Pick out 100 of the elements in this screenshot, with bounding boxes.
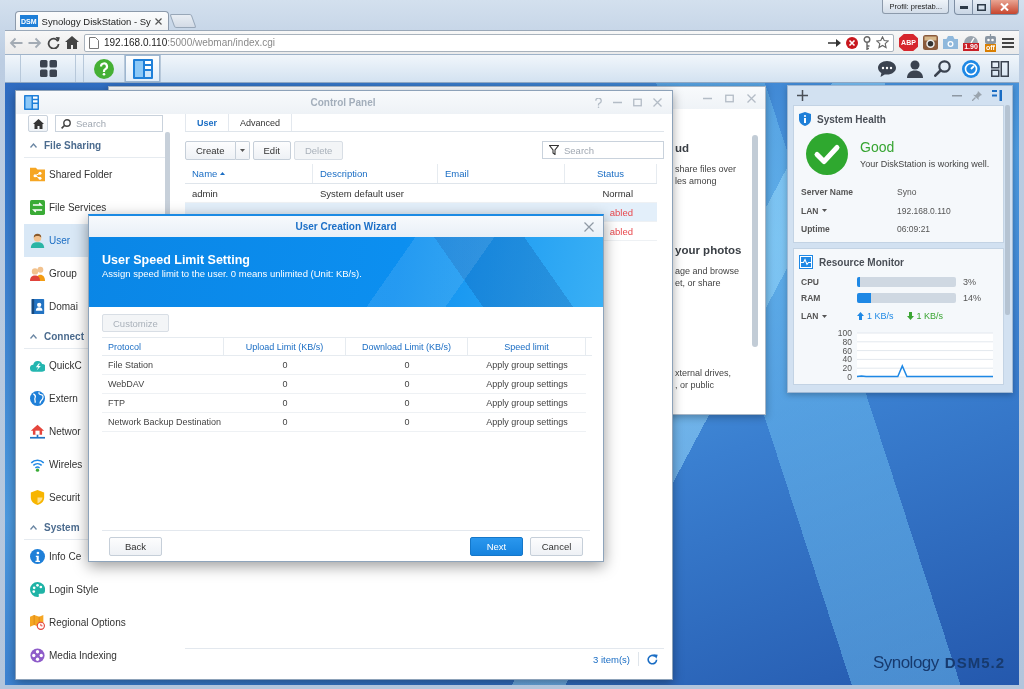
sidebar-item[interactable]: Wireles (24, 448, 88, 481)
maximize-button[interactable] (973, 0, 991, 15)
funnel-icon (549, 145, 559, 155)
user-icon[interactable] (907, 59, 923, 78)
paragraph-text: xternal drives, , or public (675, 367, 732, 391)
grid-icon (39, 60, 57, 77)
minimize-icon (959, 5, 968, 9)
shield-info-icon (799, 112, 811, 126)
section-header[interactable]: File Sharing (24, 132, 102, 158)
dial-icon[interactable] (962, 59, 980, 78)
minimize-button[interactable] (954, 0, 973, 15)
column-header[interactable]: Description (313, 164, 438, 183)
column-header: Protocol (102, 338, 224, 355)
chat-icon[interactable] (878, 60, 896, 77)
column-header[interactable]: Status (565, 164, 657, 183)
y-tick-label: 60 (842, 345, 852, 356)
film-reel-icon (30, 648, 45, 663)
dropdown-label[interactable]: LAN (801, 201, 828, 220)
camera-icon[interactable] (943, 36, 958, 49)
wifi-icon (30, 457, 45, 472)
table-cell-text: 0 (403, 360, 411, 370)
column-header: Download Limit (KB/s) (346, 338, 468, 355)
sidebar-item[interactable]: Login Style (24, 573, 103, 606)
chevron-up-icon (30, 142, 37, 148)
info-value: 06:09:21 (897, 223, 931, 237)
main-menu-button[interactable] (20, 55, 76, 82)
caret-icon (822, 314, 828, 318)
section-heading: ud (675, 141, 690, 156)
widget-title: System Health (817, 113, 886, 125)
home-icon (32, 118, 44, 129)
gauge-icon[interactable] (963, 34, 979, 43)
sidebar-item[interactable]: Regional Options (24, 606, 130, 639)
table-cell-text: 0 (403, 417, 411, 427)
sidebar-item[interactable]: User (24, 224, 88, 257)
blocked-icon[interactable] (846, 36, 858, 49)
tab[interactable]: User (185, 114, 228, 131)
search-icon (61, 118, 71, 129)
section-header[interactable]: Connect (24, 323, 88, 349)
home-button[interactable] (28, 115, 48, 132)
table-cell-text: 0 (281, 360, 289, 370)
layout-icon[interactable] (992, 90, 1002, 101)
table-cell-text: Network Backup Destination (107, 417, 223, 427)
help-button[interactable] (83, 55, 125, 82)
arrow-icon[interactable] (828, 37, 841, 48)
sidebar-item[interactable]: Group (24, 257, 88, 290)
table-cell: abled (609, 225, 633, 237)
table-cell-text: 0 (281, 417, 289, 427)
house-icon (30, 424, 45, 439)
sidebar-item[interactable]: Networ (24, 415, 88, 448)
help-icon (94, 58, 114, 79)
sidebar-item[interactable]: Media Indexing (24, 639, 121, 672)
address-field[interactable]: 192.168.0.110:5000/webman/index.cgi (84, 33, 894, 52)
minimize-icon[interactable] (952, 94, 962, 97)
sidebar-item[interactable]: File Services (24, 191, 111, 224)
close-icon (1000, 3, 1009, 11)
dialog-button[interactable]: Next (470, 537, 523, 556)
table-cell-text: Apply group settings (485, 379, 569, 389)
sidebar-item[interactable]: QuickC (24, 349, 88, 382)
plus-icon[interactable] (797, 90, 808, 101)
sidebar-item[interactable]: Info Ce (24, 540, 88, 573)
y-tick-label: 40 (842, 354, 852, 365)
scrollbar-thumb[interactable] (1005, 105, 1010, 315)
refresh-icon[interactable] (647, 653, 658, 665)
column-header[interactable]: Email (438, 164, 565, 183)
star-icon[interactable] (876, 36, 889, 49)
paragraph-text: share files over les among (675, 163, 737, 187)
close-button[interactable] (991, 0, 1019, 15)
sidebar-item[interactable]: Securit (24, 481, 88, 514)
column-header[interactable]: Name (185, 164, 313, 183)
toolbar-button[interactable]: Create (185, 141, 236, 160)
new-tab-button[interactable] (169, 14, 197, 28)
tab[interactable]: Advanced (228, 114, 293, 131)
dialog-button[interactable]: Back (109, 537, 162, 556)
forward-icon[interactable] (28, 36, 42, 49)
sidebar-item[interactable]: Shared Folder (24, 158, 117, 191)
scrollbar-thumb[interactable] (752, 135, 758, 347)
toolbar-button[interactable]: Edit (252, 141, 291, 160)
widget-title: Resource Monitor (819, 256, 904, 268)
table-cell: abled (609, 206, 633, 218)
robot-icon[interactable] (984, 33, 997, 44)
camera-square-icon[interactable] (923, 35, 938, 50)
step-heading: User Speed Limit Setting (102, 253, 250, 267)
panel-window-icon (132, 58, 153, 79)
key-icon[interactable] (863, 35, 871, 50)
search-icon[interactable] (934, 60, 951, 77)
back-icon[interactable] (9, 36, 23, 49)
dropdown-label[interactable]: LAN (801, 311, 857, 321)
dialog-button[interactable]: Cancel (530, 537, 583, 556)
control-panel-button[interactable] (125, 55, 161, 82)
layout-icon[interactable] (991, 60, 1009, 77)
reload-icon[interactable] (47, 36, 60, 49)
version-text: DSM5.2 (944, 654, 1005, 671)
section-header[interactable]: System (24, 514, 88, 540)
shield-icon (30, 490, 45, 505)
table-cell-text: File Station (107, 360, 155, 370)
home-icon[interactable] (65, 36, 79, 49)
menu-icon[interactable] (1002, 37, 1014, 48)
sidebar-item[interactable]: Extern (24, 382, 88, 415)
sidebar-item[interactable]: Domai (24, 290, 88, 323)
close-icon[interactable] (154, 17, 162, 25)
